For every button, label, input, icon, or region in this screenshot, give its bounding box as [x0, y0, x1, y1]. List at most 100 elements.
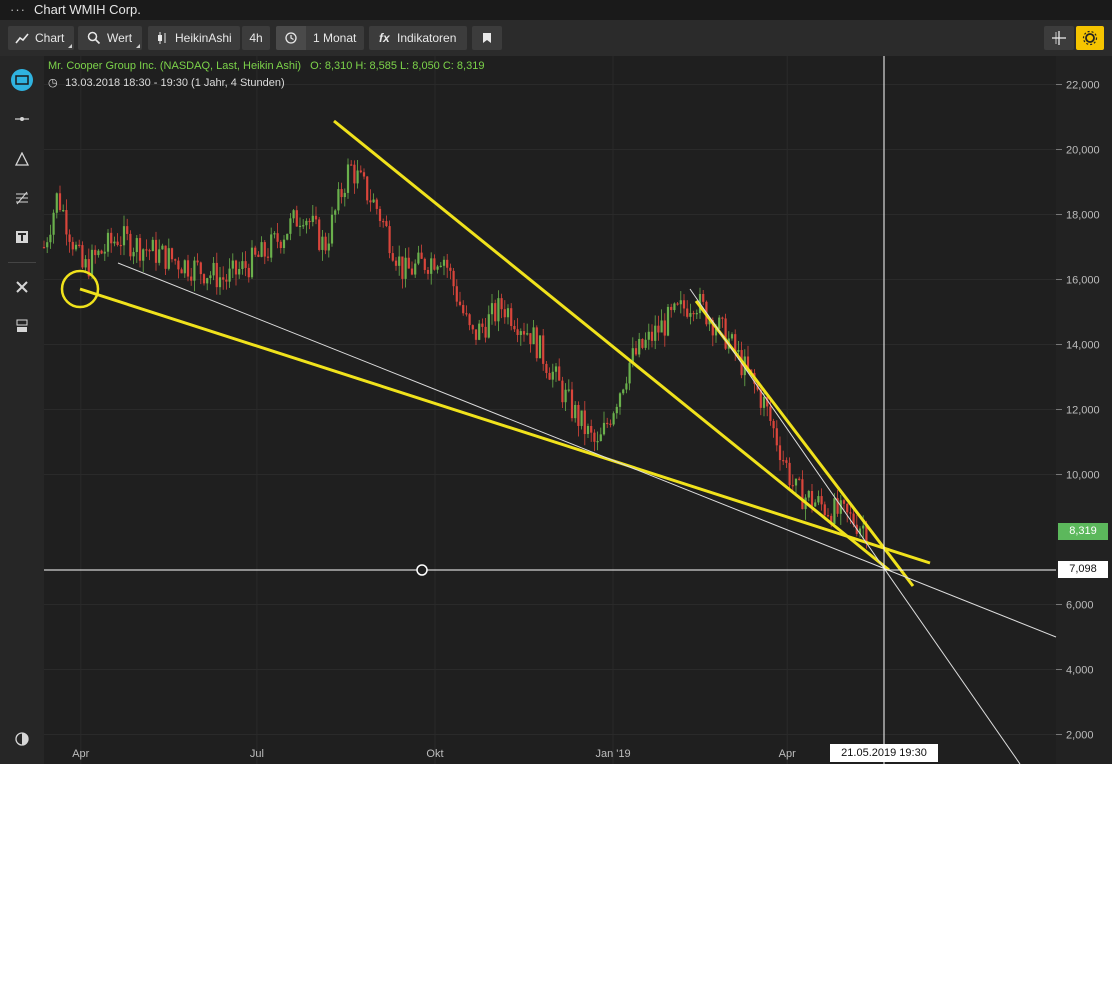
candle-body — [244, 261, 247, 268]
candle-body — [423, 258, 426, 270]
candle-body — [186, 260, 190, 277]
candle-body — [551, 371, 554, 380]
candle-body — [46, 242, 49, 248]
candle-body — [686, 308, 689, 317]
candle-body — [823, 504, 826, 516]
y-tick-label: 4,000 — [1066, 665, 1094, 677]
candle-body — [724, 318, 727, 349]
candle-body — [465, 313, 468, 315]
candle-body — [247, 267, 250, 278]
candle-body — [638, 338, 641, 355]
candle-body — [273, 233, 276, 235]
candle-body — [122, 226, 126, 246]
candle-body — [65, 210, 68, 235]
trend-line[interactable] — [79, 287, 931, 565]
candle-body — [820, 496, 823, 505]
candle-body — [807, 491, 810, 498]
candle-body — [778, 445, 782, 461]
candle-body — [346, 164, 350, 193]
candle-body — [279, 241, 282, 249]
candle-body — [359, 170, 362, 173]
candle-body — [292, 210, 295, 219]
trend-line[interactable] — [117, 262, 1057, 638]
candle-body — [420, 252, 423, 259]
candle-body — [388, 226, 391, 254]
line-handle[interactable] — [416, 564, 428, 576]
candle-body — [135, 238, 138, 253]
y-tick-label: 10,000 — [1066, 470, 1100, 482]
candle-body — [452, 270, 455, 287]
candle-body — [375, 199, 378, 209]
candle-body — [471, 325, 474, 330]
candle-body — [542, 335, 545, 364]
candle-body — [670, 306, 673, 311]
y-tick-label: 22,000 — [1066, 80, 1100, 92]
candle-body — [286, 233, 289, 240]
candle-body — [695, 313, 698, 315]
candle-body — [593, 432, 596, 442]
candle-body — [791, 485, 794, 487]
trend-line[interactable] — [333, 119, 890, 572]
candle-body — [298, 225, 302, 228]
candle-body — [103, 251, 106, 254]
candle-body — [206, 278, 209, 284]
candle-body — [737, 350, 740, 352]
candle-body — [343, 192, 346, 198]
candle-body — [657, 325, 660, 333]
candle-body — [417, 252, 420, 264]
candle-body — [327, 243, 330, 251]
candle-body — [318, 219, 321, 250]
crosshair-price-badge: 7,098 — [1058, 561, 1108, 578]
y-tick-label: 18,000 — [1066, 210, 1100, 222]
candle-body — [52, 212, 55, 235]
candle-body — [71, 241, 74, 250]
candle-body — [385, 221, 388, 227]
candle-body — [356, 170, 359, 184]
candle-body — [170, 248, 174, 260]
candle-body — [430, 258, 433, 274]
candle-body — [266, 256, 270, 258]
y-tick-label: 20,000 — [1066, 145, 1100, 157]
candle-body — [234, 260, 238, 275]
trend-line[interactable] — [689, 288, 1021, 764]
candle-body — [90, 249, 94, 277]
candle-body — [583, 410, 586, 435]
candle-body — [212, 262, 215, 276]
candle-body — [558, 366, 561, 381]
candle-body — [238, 268, 241, 275]
candle-body — [394, 260, 398, 266]
candle-body — [260, 242, 263, 257]
candle-body — [199, 262, 202, 275]
candle-body — [314, 215, 318, 220]
range-info: ◷ 13.03.2018 18:30 - 19:30 (1 Jahr, 4 St… — [48, 76, 285, 89]
candle-body — [570, 389, 574, 419]
candle-body — [436, 266, 439, 270]
candle-body — [775, 428, 778, 446]
candle-body — [676, 303, 679, 305]
candle-body — [337, 189, 340, 211]
candle-body — [180, 269, 183, 274]
candle-body — [439, 265, 442, 267]
candle-body — [666, 306, 670, 336]
candle-body — [398, 256, 401, 266]
candle-body — [849, 512, 852, 514]
candle-body — [682, 300, 686, 309]
candle-body — [302, 225, 305, 227]
candle-body — [862, 525, 865, 529]
candle-body — [276, 233, 279, 242]
candle-body — [590, 425, 593, 433]
candle-body — [241, 261, 244, 269]
candle-body — [490, 303, 494, 315]
candle-body — [798, 478, 801, 480]
candle-body — [161, 245, 164, 250]
candle-body — [599, 434, 602, 442]
x-tick-label: Jul — [250, 748, 264, 760]
candle-body — [650, 331, 654, 341]
candle-body — [372, 199, 375, 203]
candle-body — [62, 210, 65, 212]
candle-body — [730, 334, 734, 339]
candle-body — [692, 313, 695, 315]
candle-body — [500, 298, 503, 310]
candle-body — [382, 221, 385, 223]
candle-body — [330, 214, 334, 244]
